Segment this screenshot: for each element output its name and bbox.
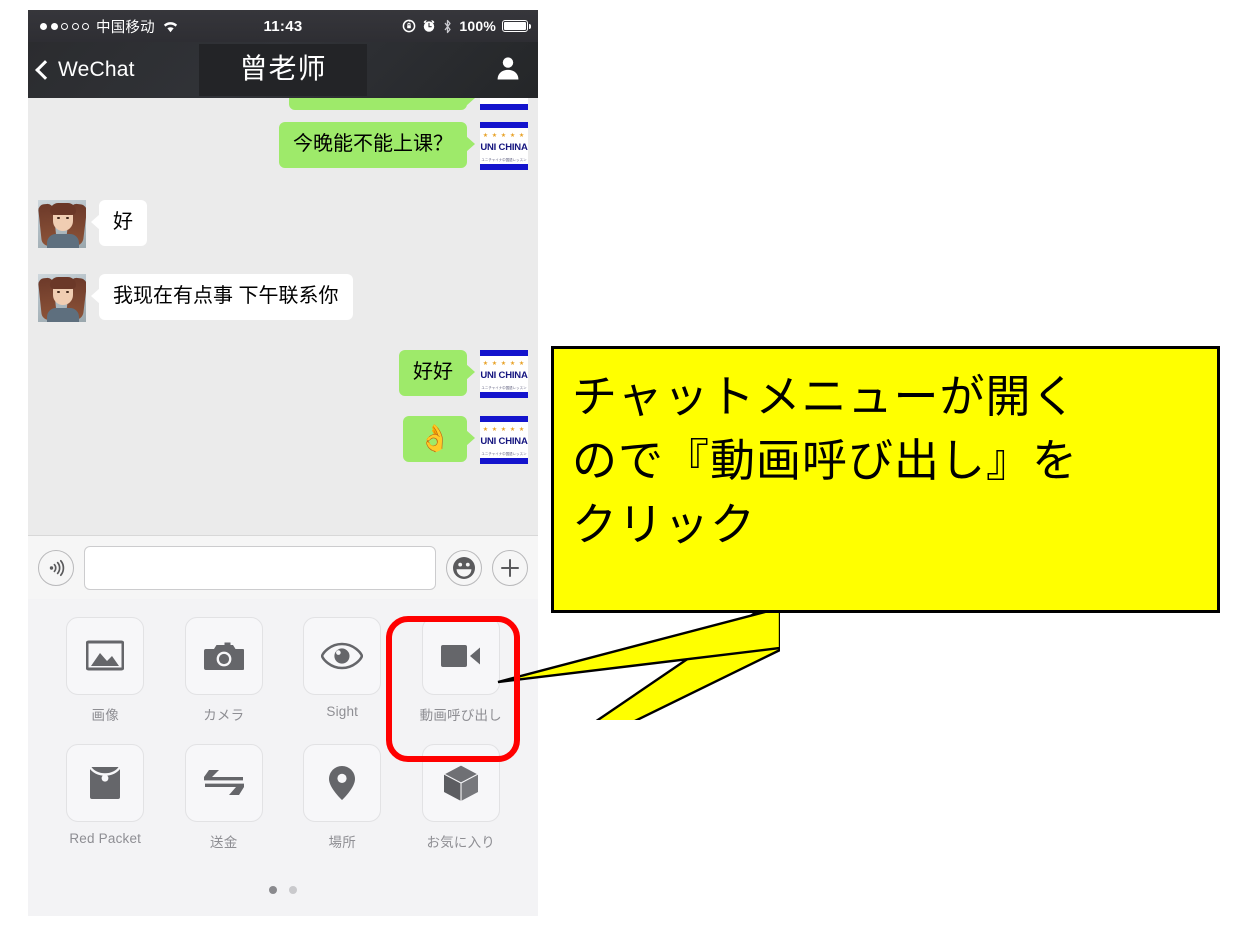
battery-icon — [502, 19, 532, 33]
phone-screenshot: 中国移动 11:43 100% WeChat 曾老师 今晚能不能上课？ ★ ★ … — [28, 10, 538, 916]
avatar[interactable] — [38, 200, 86, 248]
attachment-item-favorites[interactable]: お気に入り — [402, 744, 521, 851]
attachment-item-camera[interactable]: カメラ — [165, 617, 284, 724]
message-row: 我现在有点事 下午联系你 — [28, 274, 538, 322]
message-input-bar — [28, 535, 538, 599]
plus-icon[interactable] — [492, 549, 528, 586]
attachment-item-photo[interactable]: 画像 — [46, 617, 165, 724]
photo-icon — [66, 617, 145, 695]
chat-bubble-outgoing-clipped — [289, 98, 475, 110]
bluetooth-icon — [442, 19, 453, 34]
camera-icon — [184, 617, 263, 695]
attachment-label: 送金 — [210, 835, 238, 850]
message-row: 👌 ★ ★ ★ ★ ★ UNI CHINA ユニチャイナ中国語レッスン — [28, 416, 538, 464]
uni-china-label: UNI CHINA — [480, 141, 528, 153]
message-row: 好好 ★ ★ ★ ★ ★ UNI CHINA ユニチャイナ中国語レッスン — [28, 350, 538, 398]
status-bar: 中国移动 11:43 100% — [28, 10, 538, 42]
attachment-item-transfer[interactable]: 送金 — [165, 744, 284, 851]
uni-china-label: UNI CHINA — [480, 369, 528, 381]
attachment-item-sight[interactable]: Sight — [283, 617, 402, 724]
page-title: 曾老师 — [199, 44, 367, 96]
navigation-bar: WeChat 曾老师 — [28, 42, 538, 98]
attachment-panel: 画像 カメラ Sight 動画呼び出し Red Packet 送金 場所 お気に… — [28, 599, 538, 916]
uni-china-stars: ★ ★ ★ ★ ★ — [482, 361, 526, 367]
page-dot-1[interactable] — [269, 886, 277, 894]
avatar[interactable]: ★ ★ ★ ★ ★ UNI CHINA ユニチャイナ中国語レッスン — [480, 416, 528, 464]
chat-bubble-outgoing[interactable]: 今晚能不能上课？ — [279, 122, 475, 168]
favorites-box-icon — [421, 744, 500, 822]
chat-bubble-incoming[interactable]: 好 — [91, 200, 147, 246]
alarm-clock-icon — [422, 19, 436, 33]
message-text-input[interactable] — [84, 545, 436, 590]
attachment-label: 場所 — [328, 835, 356, 850]
status-bar-right: 100% — [402, 18, 532, 34]
attachment-label: 動画呼び出し — [419, 708, 502, 723]
red-packet-icon — [66, 744, 145, 822]
transfer-icon — [184, 744, 263, 822]
attachment-label: カメラ — [203, 708, 245, 723]
uni-china-subtitle: ユニチャイナ中国語レッスン — [481, 386, 527, 390]
page-dot-2[interactable] — [289, 886, 297, 894]
page-indicator-dots[interactable] — [28, 886, 538, 894]
rotation-lock-icon — [402, 19, 416, 33]
message-list[interactable]: 今晚能不能上课？ ★ ★ ★ ★ ★ UNI CHINA ユニチャイナ中国語レッ… — [28, 98, 538, 535]
attachment-grid: 画像 カメラ Sight 動画呼び出し Red Packet 送金 場所 お気に… — [28, 617, 538, 851]
attachment-label: お気に入り — [426, 835, 495, 850]
attachment-label: Red Packet — [69, 831, 142, 846]
contact-person-icon[interactable] — [494, 54, 522, 87]
attachment-item-video-call[interactable]: 動画呼び出し — [402, 617, 521, 724]
annotation-callout: チャットメニューが開く ので『動画呼び出し』を クリック — [551, 346, 1220, 613]
uni-china-subtitle: ユニチャイナ中国語レッスン — [481, 158, 527, 162]
uni-china-label: UNI CHINA — [480, 435, 528, 447]
message-row: 今晚能不能上课？ ★ ★ ★ ★ ★ UNI CHINA ユニチャイナ中国語レッ… — [28, 122, 538, 170]
location-pin-icon — [303, 744, 382, 822]
avatar[interactable]: ★ ★ ★ ★ ★ UNI CHINA ユニチャイナ中国語レッスン — [480, 350, 528, 398]
uni-china-stars: ★ ★ ★ ★ ★ — [482, 133, 526, 139]
uni-china-stars: ★ ★ ★ ★ ★ — [482, 427, 526, 433]
chat-bubble-incoming[interactable]: 我现在有点事 下午联系你 — [91, 274, 353, 320]
navigation-title-wrapper: 曾老师 — [28, 44, 538, 96]
smiley-face-icon[interactable] — [446, 549, 482, 586]
sight-eye-icon — [303, 617, 382, 695]
attachment-label: 画像 — [91, 708, 119, 723]
message-row — [28, 98, 538, 110]
voice-record-icon[interactable] — [38, 549, 74, 586]
chat-bubble-outgoing-emoji[interactable]: 👌 — [402, 416, 476, 462]
attachment-item-red-packet[interactable]: Red Packet — [46, 744, 165, 851]
attachment-label: Sight — [326, 704, 359, 719]
uni-china-subtitle: ユニチャイナ中国語レッスン — [481, 452, 527, 456]
avatar[interactable] — [38, 274, 86, 322]
video-call-icon — [421, 617, 500, 695]
attachment-item-location[interactable]: 場所 — [283, 744, 402, 851]
avatar[interactable] — [480, 98, 528, 110]
battery-percent-label: 100% — [459, 18, 496, 34]
message-row: 好 — [28, 200, 538, 248]
chat-bubble-outgoing[interactable]: 好好 — [399, 350, 475, 396]
avatar[interactable]: ★ ★ ★ ★ ★ UNI CHINA ユニチャイナ中国語レッスン — [480, 122, 528, 170]
annotation-text: チャットメニューが開く ので『動画呼び出し』を クリック — [572, 370, 1079, 551]
